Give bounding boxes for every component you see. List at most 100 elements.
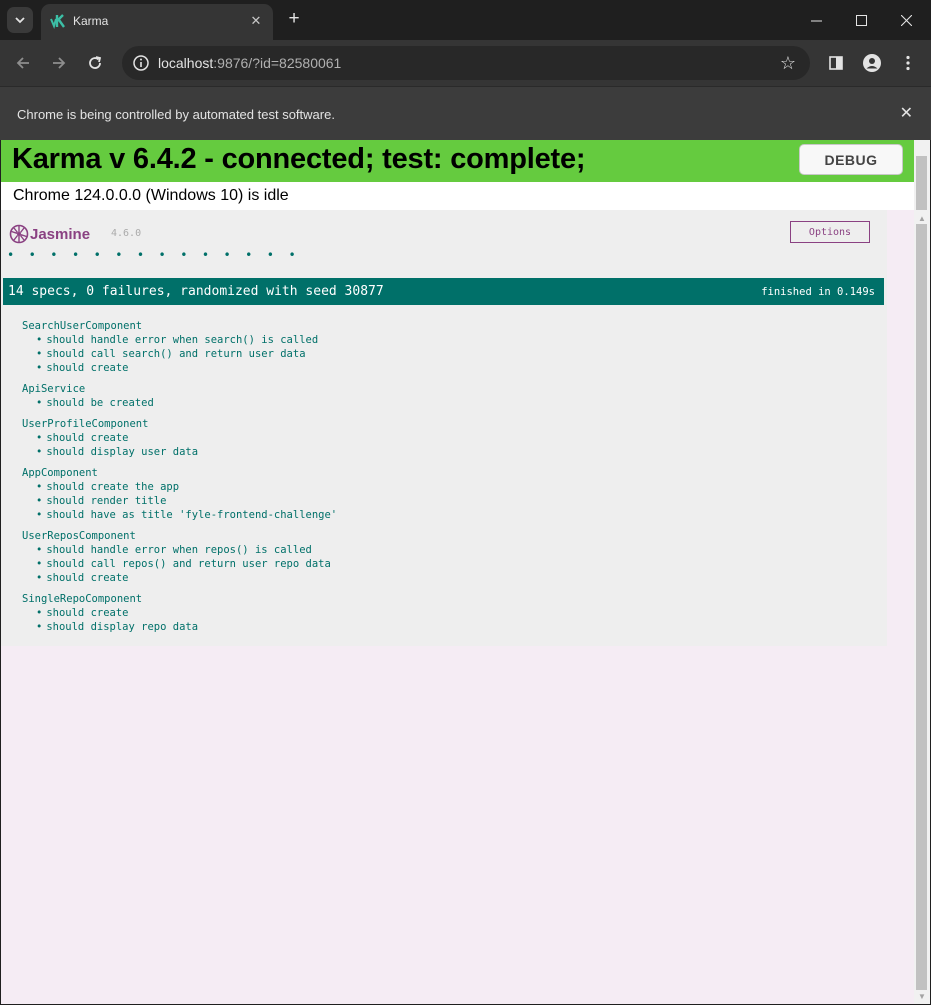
suite-name-link[interactable]: UserProfileComponent: [22, 417, 337, 431]
side-panel-icon[interactable]: [822, 49, 850, 77]
chevron-down-icon: [15, 17, 25, 24]
karma-favicon-icon: [50, 14, 65, 29]
results-list: SearchUserComponent • should handle error …: [22, 319, 337, 641]
spec-bullet-icon: •: [36, 446, 43, 458]
bookmark-star-icon[interactable]: ☆: [780, 53, 796, 74]
suite: UserProfileComponent • should create • shoul…: [22, 417, 337, 459]
page-viewport: Karma v 6.4.2 - connected; test: complet…: [1, 140, 930, 1004]
top-scroll-edge: [914, 140, 930, 210]
spec-name: should call search() and return user dat…: [46, 348, 306, 360]
infobar-message: Chrome is being controlled by automated …: [17, 107, 335, 122]
svg-text:Jasmine: Jasmine: [30, 226, 90, 243]
jasmine-version: 4.6.0: [111, 228, 142, 239]
spec-item[interactable]: • should handle error when repos() is cal…: [22, 543, 337, 557]
browser-status: Chrome 124.0.0.0 (Windows 10) is idle: [1, 182, 914, 210]
suite: UserReposComponent • should handle error w…: [22, 529, 337, 585]
suite-name-link[interactable]: ApiService: [22, 382, 337, 396]
jasmine-flower-icon: [9, 224, 29, 244]
forward-arrow-icon[interactable]: [45, 49, 73, 77]
spec-bullet-icon: •: [36, 495, 43, 507]
suite-name-link[interactable]: SearchUserComponent: [22, 319, 337, 333]
info-icon[interactable]: [132, 54, 150, 72]
reload-icon[interactable]: [81, 49, 109, 77]
suite-name-link[interactable]: AppComponent: [22, 466, 337, 480]
infobar-close-icon[interactable]: ✕: [900, 103, 913, 123]
spec-name: should be created: [46, 397, 154, 409]
spec-item[interactable]: • should create: [22, 431, 337, 445]
duration-text: finished in 0.149s: [761, 286, 875, 298]
spec-name: should create the app: [46, 481, 180, 493]
tab-karma[interactable]: Karma ✕: [41, 4, 273, 40]
kebab-menu-icon[interactable]: [894, 49, 922, 77]
url-host: localhost: [158, 55, 214, 71]
suite-name-link[interactable]: UserReposComponent: [22, 529, 337, 543]
url-text[interactable]: localhost:9876/?id=82580061: [158, 55, 341, 71]
tab-strip: Karma ✕ +: [0, 0, 931, 40]
options-button[interactable]: Options: [790, 221, 870, 243]
spec-bullet-icon: •: [36, 509, 43, 521]
spec-name: should display repo data: [46, 621, 199, 633]
window-close-icon[interactable]: [892, 6, 920, 34]
spec-item[interactable]: • should create: [22, 571, 337, 585]
spec-item[interactable]: • should call search() and return user da…: [22, 347, 337, 361]
spec-bullet-icon: •: [36, 481, 43, 493]
spec-name: should create: [46, 432, 129, 444]
jasmine-reporter: Jasmine 4.6.0 Options • • • • • • • • • …: [1, 210, 887, 646]
spec-dots: • • • • • • • • • • • • • •: [7, 248, 300, 262]
spec-name: should render title: [46, 495, 167, 507]
spec-name: should handle error when repos() is call…: [46, 544, 312, 556]
tab-search-button[interactable]: [7, 7, 33, 33]
address-bar[interactable]: localhost:9876/?id=82580061 ☆: [122, 46, 810, 80]
summary-text: 14 specs, 0 failures, randomized with se…: [8, 284, 384, 299]
spec-bullet-icon: •: [36, 397, 43, 409]
spec-item[interactable]: • should have as title 'fyle-frontend-cha…: [22, 508, 337, 522]
spec-item[interactable]: • should be created: [22, 396, 337, 410]
spec-name: should create: [46, 607, 129, 619]
spec-bullet-icon: •: [36, 607, 43, 619]
scroll-up-arrow-icon[interactable]: ▲: [918, 214, 926, 223]
tab-close-icon[interactable]: ✕: [247, 12, 265, 30]
karma-banner: Karma v 6.4.2 - connected; test: complet…: [1, 140, 914, 182]
maximize-icon[interactable]: [847, 6, 875, 34]
spec-name: should have as title 'fyle-frontend-chal…: [46, 509, 338, 521]
spec-item[interactable]: • should create: [22, 361, 337, 375]
spec-item[interactable]: • should display user data: [22, 445, 337, 459]
suite: SearchUserComponent • should handle error …: [22, 319, 337, 375]
spec-bullet-icon: •: [36, 621, 43, 633]
karma-status-title: Karma v 6.4.2 - connected; test: complet…: [12, 143, 586, 175]
suite: AppComponent • should create the app • shoul…: [22, 466, 337, 522]
new-tab-icon[interactable]: +: [283, 8, 305, 30]
spec-item[interactable]: • should create the app: [22, 480, 337, 494]
spec-bullet-icon: •: [36, 572, 43, 584]
spec-bullet-icon: •: [36, 348, 43, 360]
suite: SingleRepoComponent • should create • should…: [22, 592, 337, 634]
spec-item[interactable]: • should handle error when search() is ca…: [22, 333, 337, 347]
summary-bar: 14 specs, 0 failures, randomized with se…: [3, 278, 884, 305]
browser-status-text: Chrome 124.0.0.0 (Windows 10) is idle: [13, 187, 289, 204]
spec-bullet-icon: •: [36, 362, 43, 374]
url-path: :9876/?id=82580061: [213, 55, 342, 71]
spec-name: should display user data: [46, 446, 199, 458]
spec-bullet-icon: •: [36, 558, 43, 570]
spec-name: should create: [46, 572, 129, 584]
spec-name: should handle error when search() is cal…: [46, 334, 319, 346]
scroll-down-arrow-icon[interactable]: ▼: [918, 992, 926, 1001]
jasmine-logo: Jasmine: [9, 224, 99, 250]
spec-item[interactable]: • should render title: [22, 494, 337, 508]
suite: ApiService • should be created: [22, 382, 337, 410]
spec-item[interactable]: • should call repos() and return user rep…: [22, 557, 337, 571]
scroll-thumb[interactable]: [916, 224, 927, 990]
vertical-scrollbar[interactable]: ▲ ▼: [914, 210, 930, 1004]
automation-infobar: Chrome is being controlled by automated …: [0, 86, 931, 140]
spec-bullet-icon: •: [36, 544, 43, 556]
debug-button[interactable]: DEBUG: [799, 144, 903, 175]
spec-bullet-icon: •: [36, 334, 43, 346]
spec-item[interactable]: • should create: [22, 606, 337, 620]
spec-name: should call repos() and return user repo…: [46, 558, 331, 570]
tab-title: Karma: [73, 14, 109, 28]
suite-name-link[interactable]: SingleRepoComponent: [22, 592, 337, 606]
back-arrow-icon[interactable]: [9, 49, 37, 77]
spec-item[interactable]: • should display repo data: [22, 620, 337, 634]
minimize-icon[interactable]: [802, 6, 830, 34]
profile-avatar-icon[interactable]: [858, 49, 886, 77]
